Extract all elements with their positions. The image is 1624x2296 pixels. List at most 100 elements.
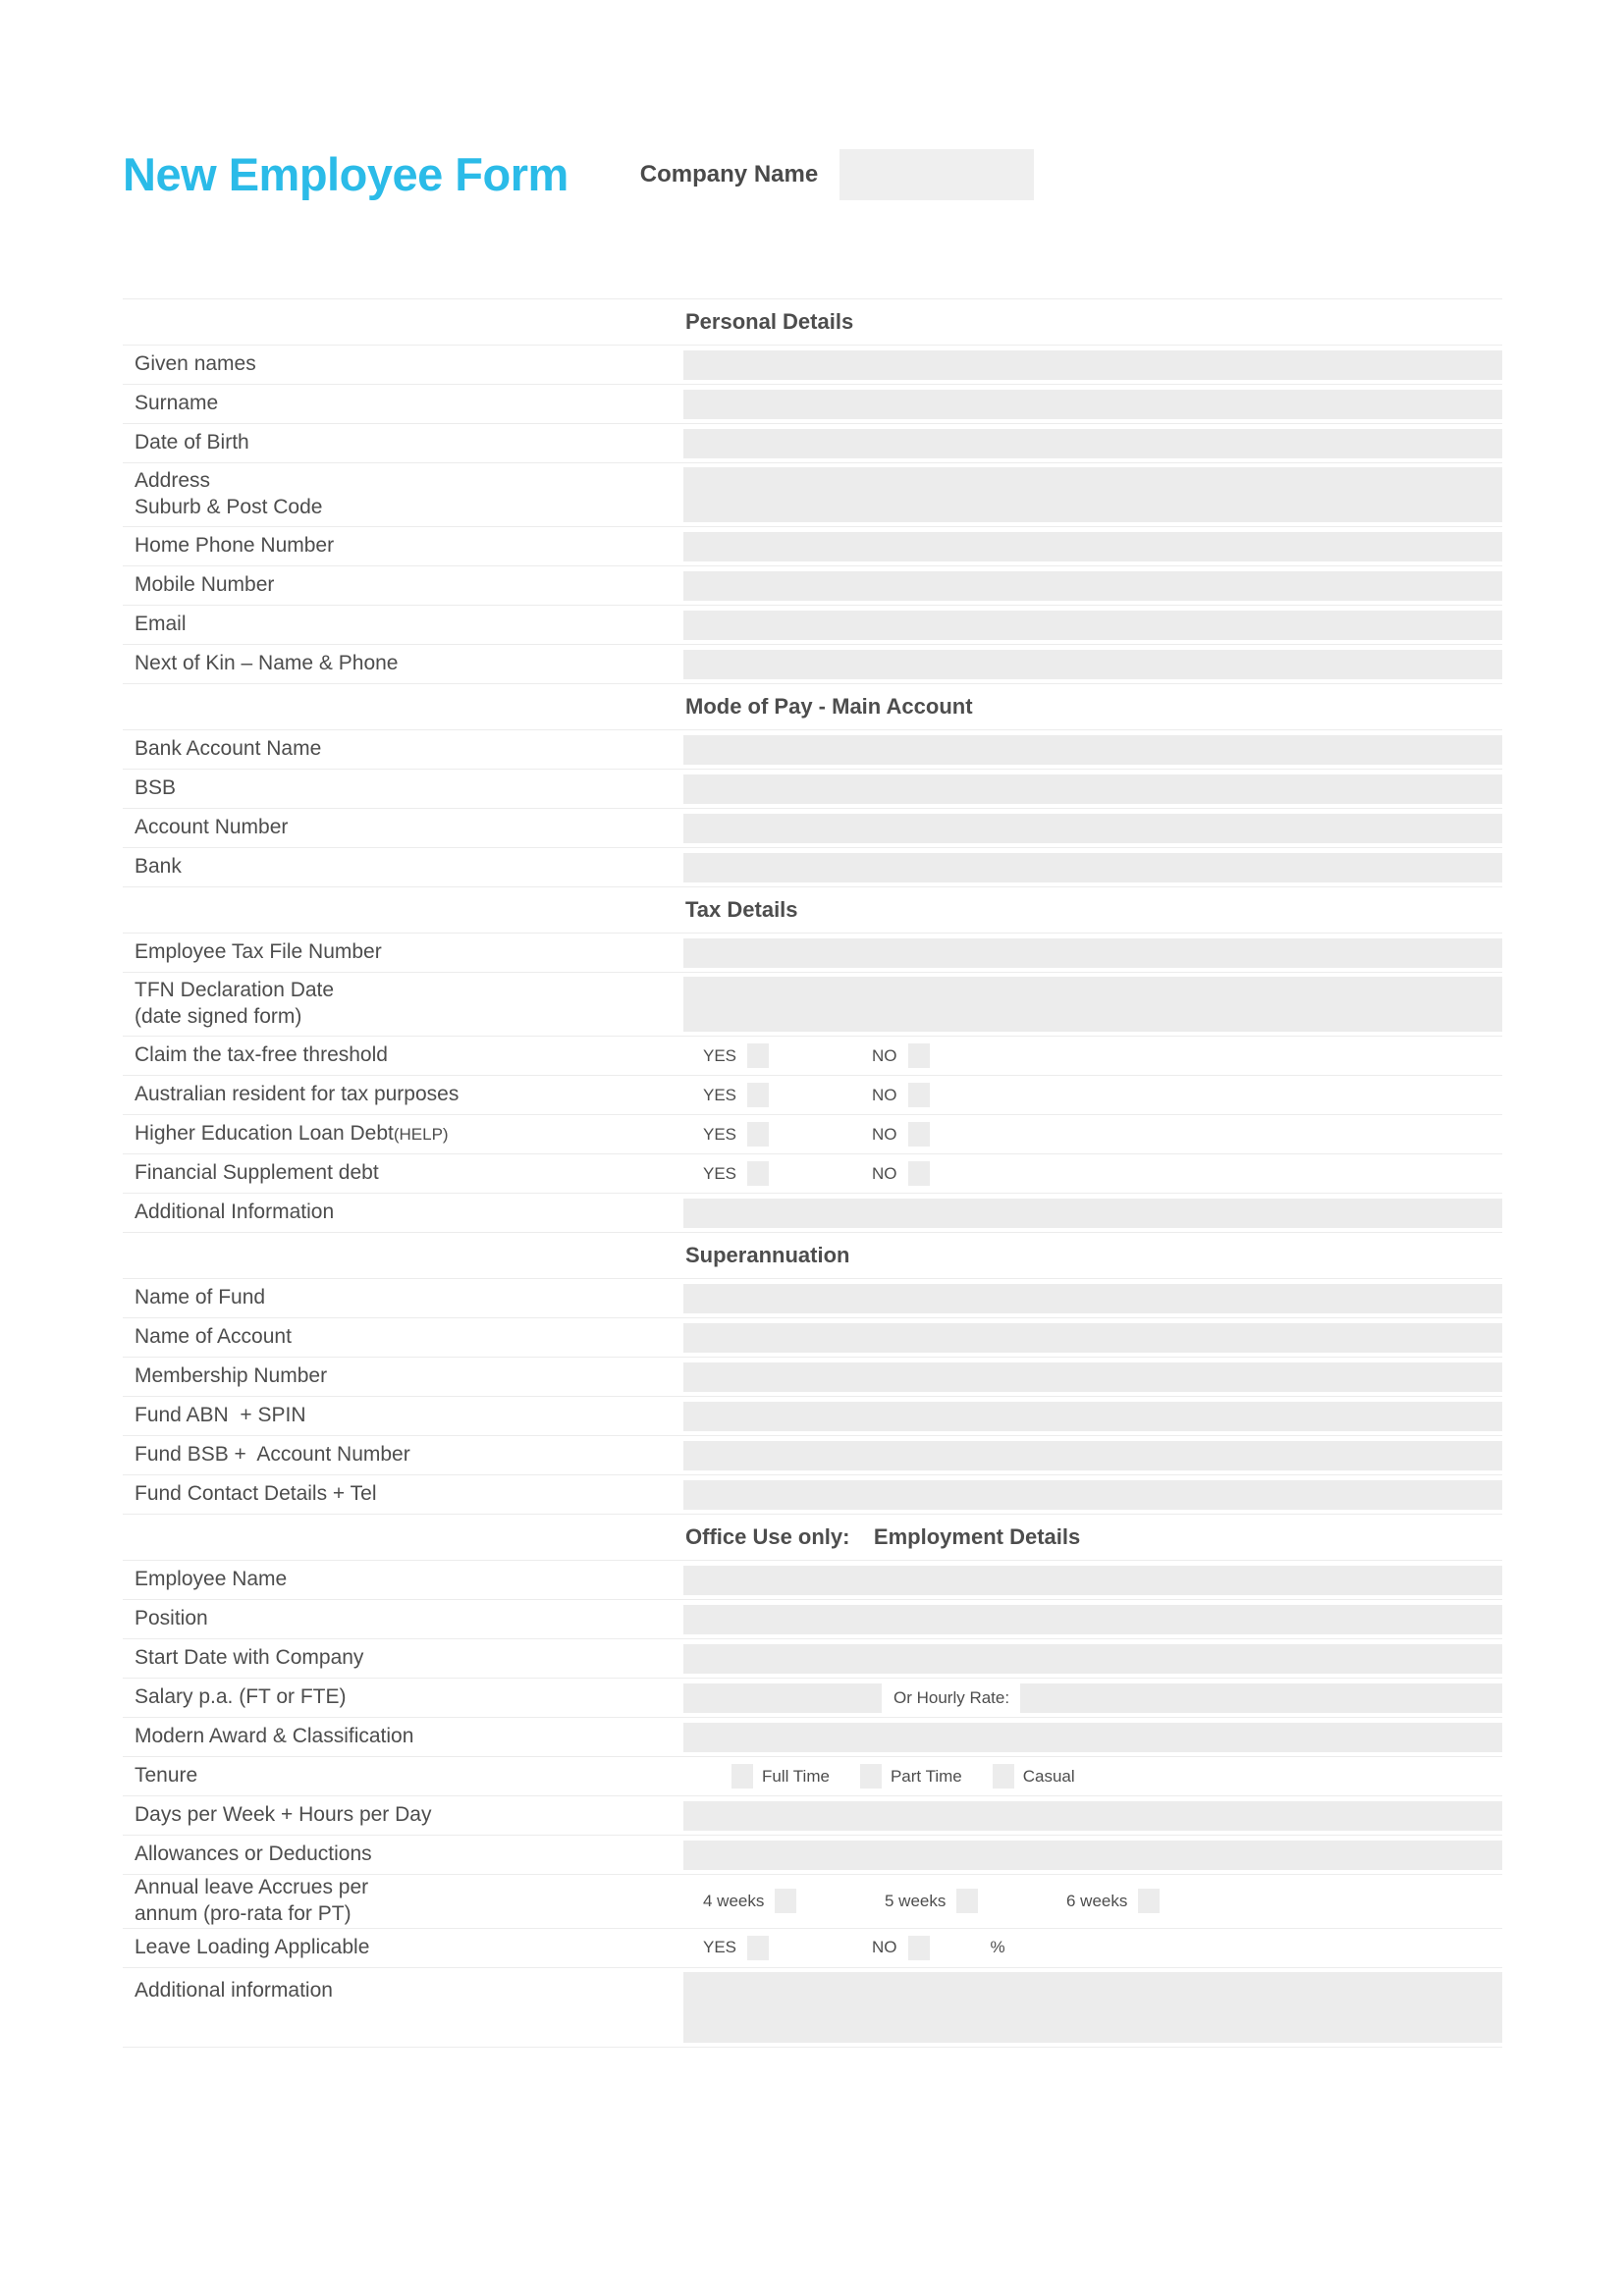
- option-yes[interactable]: YES: [703, 1043, 872, 1068]
- surname-input[interactable]: [683, 389, 1502, 419]
- option-no[interactable]: NO: [872, 1122, 930, 1147]
- option-yes[interactable]: YES: [703, 1122, 872, 1147]
- row-label: Address Suburb & Post Code: [123, 463, 683, 526]
- checkbox-6-weeks[interactable]: [1138, 1889, 1161, 1914]
- email-input[interactable]: [683, 610, 1502, 640]
- checkbox-yes[interactable]: [747, 1935, 770, 1960]
- row-value: [683, 1194, 1502, 1232]
- row-value: [683, 1836, 1502, 1874]
- tax-file-number-input[interactable]: [683, 937, 1502, 968]
- option-yes[interactable]: YES: [703, 1161, 872, 1186]
- table-row: Higher Education Loan Debt (HELP) YES NO: [123, 1115, 1502, 1154]
- checkbox-part-time[interactable]: [859, 1764, 882, 1789]
- row-value: YES NO: [683, 1037, 1502, 1075]
- row-label: Additional information: [135, 1978, 333, 2002]
- table-row: Fund Contact Details + Tel: [123, 1475, 1502, 1515]
- row-label-text: Address Suburb & Post Code: [135, 469, 323, 518]
- option-no[interactable]: NO: [872, 1083, 930, 1107]
- row-value: Or Hourly Rate:: [683, 1679, 1502, 1717]
- checkbox-no[interactable]: [907, 1935, 930, 1960]
- tax-additional-information-input[interactable]: [683, 1198, 1502, 1228]
- row-value: YES NO %: [683, 1929, 1502, 1967]
- name-of-fund-input[interactable]: [683, 1283, 1502, 1313]
- row-value: [683, 934, 1502, 972]
- option-no[interactable]: NO: [872, 1161, 930, 1186]
- table-row: Membership Number: [123, 1358, 1502, 1397]
- option-yes[interactable]: YES: [703, 1083, 872, 1107]
- checkbox-yes[interactable]: [747, 1122, 770, 1147]
- row-label: Fund BSB + Account Number: [135, 1443, 410, 1467]
- row-value: [683, 385, 1502, 423]
- bsb-input[interactable]: [683, 774, 1502, 804]
- option-part-time[interactable]: Part Time: [859, 1764, 962, 1789]
- checkbox-full-time[interactable]: [731, 1764, 753, 1789]
- checkbox-no[interactable]: [907, 1083, 930, 1107]
- option-casual[interactable]: Casual: [992, 1764, 1075, 1789]
- checkbox-casual[interactable]: [992, 1764, 1014, 1789]
- option-label: NO: [872, 1085, 897, 1104]
- row-value: [683, 809, 1502, 847]
- row-label: Employee Tax File Number: [135, 940, 382, 964]
- option-full-time[interactable]: Full Time: [731, 1764, 830, 1789]
- checkbox-yes[interactable]: [747, 1083, 770, 1107]
- option-4-weeks[interactable]: 4 weeks: [703, 1889, 885, 1914]
- hourly-rate-input[interactable]: [1020, 1682, 1502, 1713]
- option-5-weeks[interactable]: 5 weeks: [885, 1889, 1066, 1914]
- membership-number-input[interactable]: [683, 1362, 1502, 1392]
- option-label: 6 weeks: [1066, 1891, 1128, 1910]
- employee-name-input[interactable]: [683, 1565, 1502, 1595]
- checkbox-yes[interactable]: [747, 1161, 770, 1186]
- section-header-personal-details: Personal Details: [123, 299, 1502, 346]
- row-label: Next of Kin – Name & Phone: [135, 652, 399, 675]
- table-row: Days per Week + Hours per Day: [123, 1796, 1502, 1836]
- name-of-account-input[interactable]: [683, 1322, 1502, 1353]
- yes-no-group: YES NO: [683, 1122, 1502, 1147]
- row-value: [683, 1718, 1502, 1756]
- row-label: Leave Loading Applicable: [135, 1935, 370, 1958]
- table-row: Financial Supplement debt YES NO: [123, 1154, 1502, 1194]
- row-label-text: Annual leave Accrues per annum (pro-rata…: [135, 1876, 369, 1925]
- given-names-input[interactable]: [683, 349, 1502, 380]
- position-input[interactable]: [683, 1604, 1502, 1634]
- checkbox-no[interactable]: [907, 1122, 930, 1147]
- employment-additional-information-input[interactable]: [683, 1971, 1502, 2043]
- mobile-number-input[interactable]: [683, 570, 1502, 601]
- row-label: Days per Week + Hours per Day: [135, 1803, 432, 1827]
- option-yes[interactable]: YES: [703, 1935, 872, 1960]
- option-no[interactable]: NO: [872, 1935, 930, 1960]
- bank-input[interactable]: [683, 852, 1502, 882]
- days-per-week-input[interactable]: [683, 1800, 1502, 1831]
- row-value: [683, 1796, 1502, 1835]
- date-of-birth-input[interactable]: [683, 428, 1502, 458]
- bank-account-name-input[interactable]: [683, 734, 1502, 765]
- annual-leave-group: 4 weeks 5 weeks 6 weeks: [683, 1889, 1502, 1914]
- row-value: [683, 1318, 1502, 1357]
- row-value: [683, 1436, 1502, 1474]
- fund-contact-details-input[interactable]: [683, 1479, 1502, 1510]
- modern-award-input[interactable]: [683, 1722, 1502, 1752]
- company-name-input[interactable]: [839, 148, 1035, 200]
- fund-abn-spin-input[interactable]: [683, 1401, 1502, 1431]
- salary-input[interactable]: [683, 1682, 882, 1713]
- checkbox-no[interactable]: [907, 1043, 930, 1068]
- section-header-mode-of-pay: Mode of Pay - Main Account: [123, 684, 1502, 730]
- table-row: Account Number: [123, 809, 1502, 848]
- tfn-declaration-date-input[interactable]: [683, 977, 1502, 1032]
- home-phone-input[interactable]: [683, 531, 1502, 561]
- option-no[interactable]: NO: [872, 1043, 930, 1068]
- next-of-kin-input[interactable]: [683, 649, 1502, 679]
- checkbox-yes[interactable]: [747, 1043, 770, 1068]
- allowances-deductions-input[interactable]: [683, 1840, 1502, 1870]
- start-date-input[interactable]: [683, 1643, 1502, 1674]
- checkbox-4-weeks[interactable]: [775, 1889, 797, 1914]
- option-6-weeks[interactable]: 6 weeks: [1066, 1889, 1161, 1914]
- table-row: Given names: [123, 346, 1502, 385]
- checkbox-no[interactable]: [907, 1161, 930, 1186]
- address-input[interactable]: [683, 467, 1502, 522]
- row-value: [683, 463, 1502, 526]
- account-number-input[interactable]: [683, 813, 1502, 843]
- form-table: Personal Details Given names Surname Dat…: [123, 298, 1502, 2048]
- checkbox-5-weeks[interactable]: [956, 1889, 979, 1914]
- table-row: Employee Name: [123, 1561, 1502, 1600]
- fund-bsb-account-number-input[interactable]: [683, 1440, 1502, 1470]
